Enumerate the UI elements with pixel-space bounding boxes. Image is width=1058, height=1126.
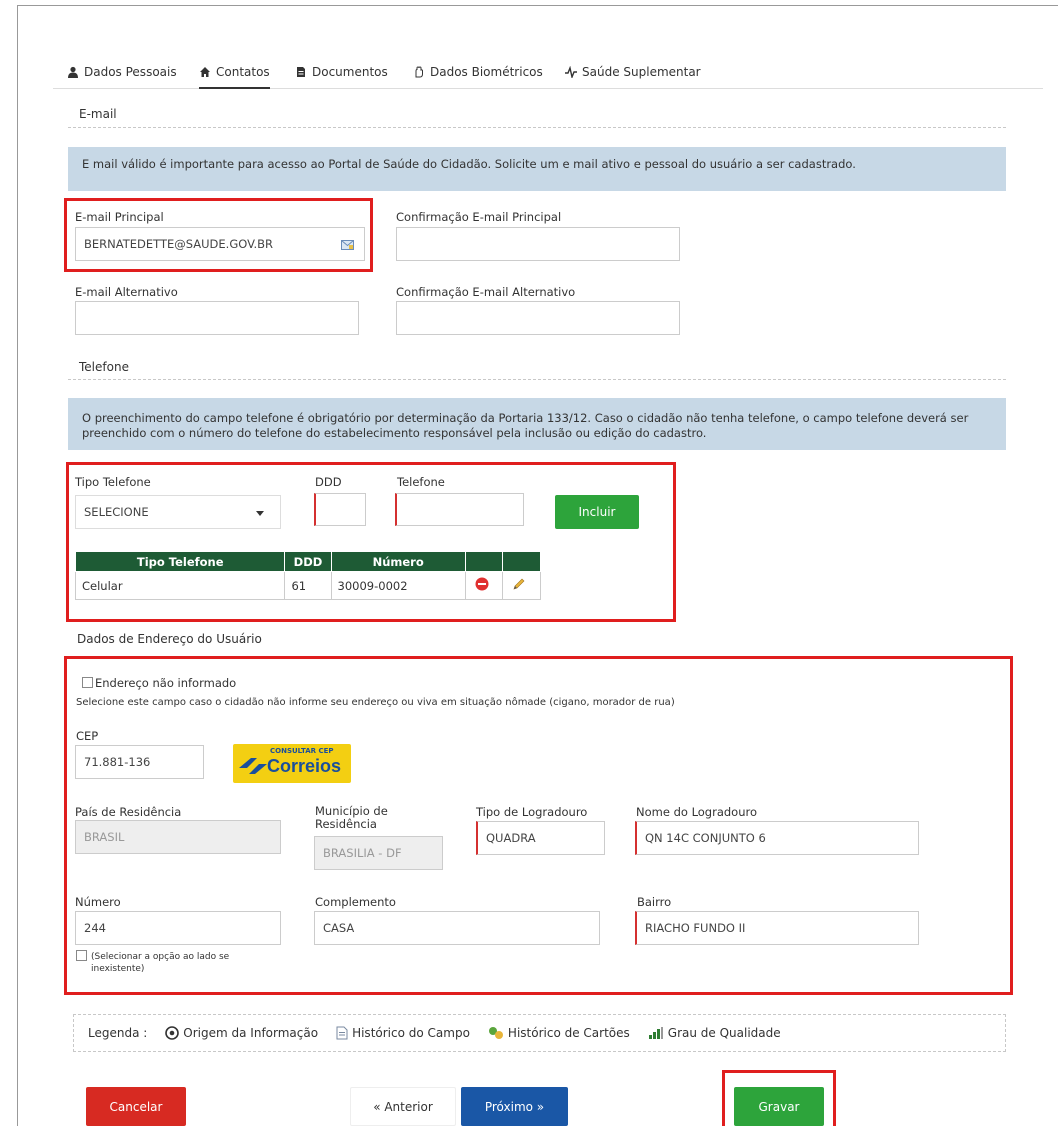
tab-dados-biometricos[interactable]: Dados Biométricos (413, 61, 543, 83)
hand-icon (415, 66, 423, 78)
legend-item-grau-qualidade: Grau de Qualidade (648, 1026, 781, 1040)
email-section-title: E-mail (79, 107, 117, 121)
legend-item-historico-campo: Histórico do Campo (336, 1026, 470, 1040)
document-icon (297, 67, 305, 77)
email-alt-label: E-mail Alternativo (75, 285, 178, 299)
tab-contatos[interactable]: Contatos (199, 61, 270, 89)
info-origin-icon (165, 1026, 180, 1040)
email-info-text: E mail válido é importante para acesso a… (82, 157, 856, 171)
email-alt-input[interactable] (75, 301, 359, 335)
legend-item-historico-cartoes: Histórico de Cartões (488, 1026, 630, 1040)
email-confirm-input[interactable] (396, 227, 680, 261)
divider (68, 379, 1006, 380)
tab-dados-pessoais[interactable]: Dados Pessoais (67, 61, 177, 83)
home-icon (200, 67, 210, 77)
address-section-title: Dados de Endereço do Usuário (77, 632, 262, 646)
phone-info-box: O preenchimento do campo telefone é obri… (68, 398, 1006, 450)
tab-bar: Dados Pessoais Contatos Documentos Dados… (53, 55, 1043, 89)
email-info-box: E mail válido é importante para acesso a… (68, 147, 1006, 191)
legend-item-origem: Origem da Informação (165, 1026, 318, 1040)
email-alt-confirm-input[interactable] (396, 301, 680, 335)
pulse-icon (565, 66, 577, 78)
highlight-phone (66, 462, 676, 622)
legend-bar: Legenda : Origem da Informação Histórico… (73, 1014, 1006, 1052)
next-button[interactable]: Próximo » (461, 1087, 568, 1126)
tab-saude-suplementar[interactable]: Saúde Suplementar (565, 61, 701, 83)
highlight-email-principal (64, 198, 373, 272)
highlight-save (722, 1070, 836, 1126)
phone-info-text: O preenchimento do campo telefone é obri… (82, 411, 969, 440)
highlight-address (64, 656, 1013, 995)
divider (68, 127, 1006, 128)
user-icon (68, 66, 78, 78)
previous-button[interactable]: « Anterior (350, 1087, 456, 1126)
card-history-icon (488, 1027, 503, 1039)
email-confirm-label: Confirmação E-mail Principal (396, 210, 562, 224)
email-alt-confirm-label: Confirmação E-mail Alternativo (396, 285, 576, 299)
cancel-button[interactable]: Cancelar (86, 1087, 186, 1126)
quality-bars-icon (648, 1027, 663, 1039)
phone-section-title: Telefone (79, 360, 129, 374)
legend-title: Legenda : (88, 1026, 148, 1040)
field-history-icon (336, 1026, 348, 1040)
tab-documentos[interactable]: Documentos (295, 61, 388, 83)
